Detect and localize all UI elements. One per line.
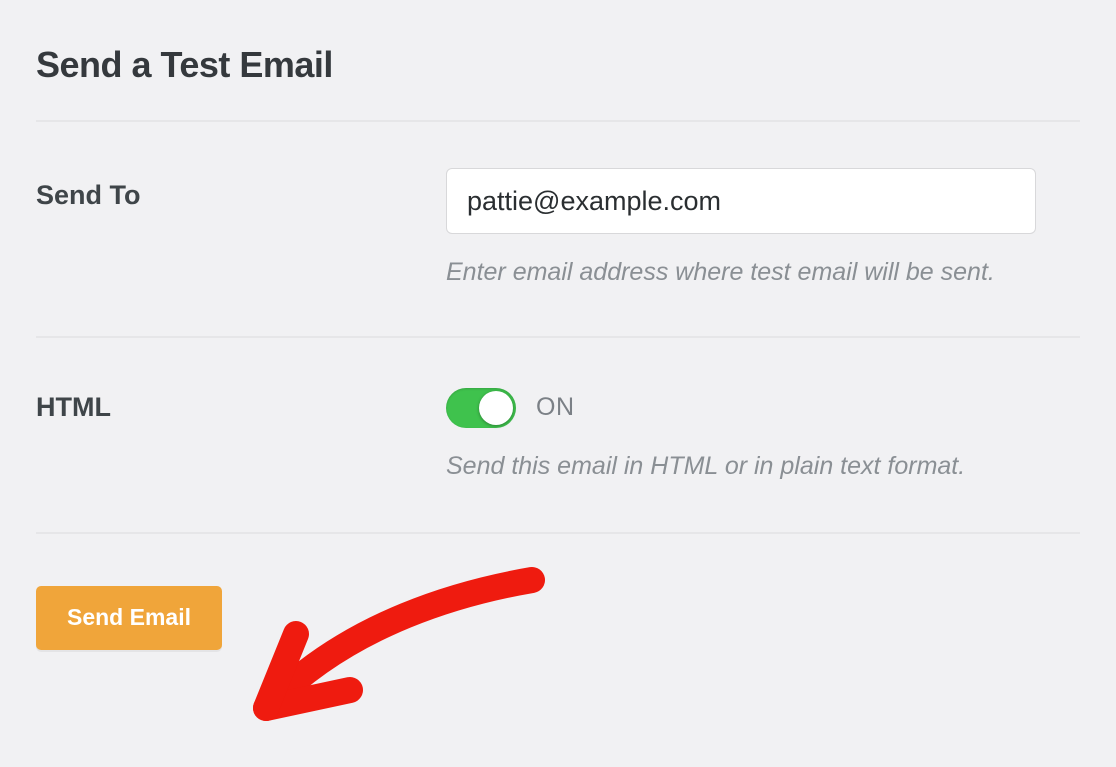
send-to-label: Send To — [36, 168, 446, 211]
send-email-button[interactable]: Send Email — [36, 586, 222, 650]
send-to-input[interactable] — [446, 168, 1036, 234]
send-to-control: Enter email address where test email wil… — [446, 168, 1080, 290]
send-to-row: Send To Enter email address where test e… — [36, 120, 1080, 336]
page-title: Send a Test Email — [36, 44, 1080, 120]
send-to-hint: Enter email address where test email wil… — [446, 256, 1080, 290]
html-hint: Send this email in HTML or in plain text… — [446, 450, 1080, 484]
footer: Send Email — [36, 532, 1080, 650]
html-toggle-state: ON — [536, 393, 575, 422]
toggle-knob — [479, 391, 513, 425]
html-label: HTML — [36, 388, 446, 423]
html-control: ON Send this email in HTML or in plain t… — [446, 388, 1080, 484]
html-row: HTML ON Send this email in HTML or in pl… — [36, 336, 1080, 532]
html-toggle[interactable] — [446, 388, 516, 428]
